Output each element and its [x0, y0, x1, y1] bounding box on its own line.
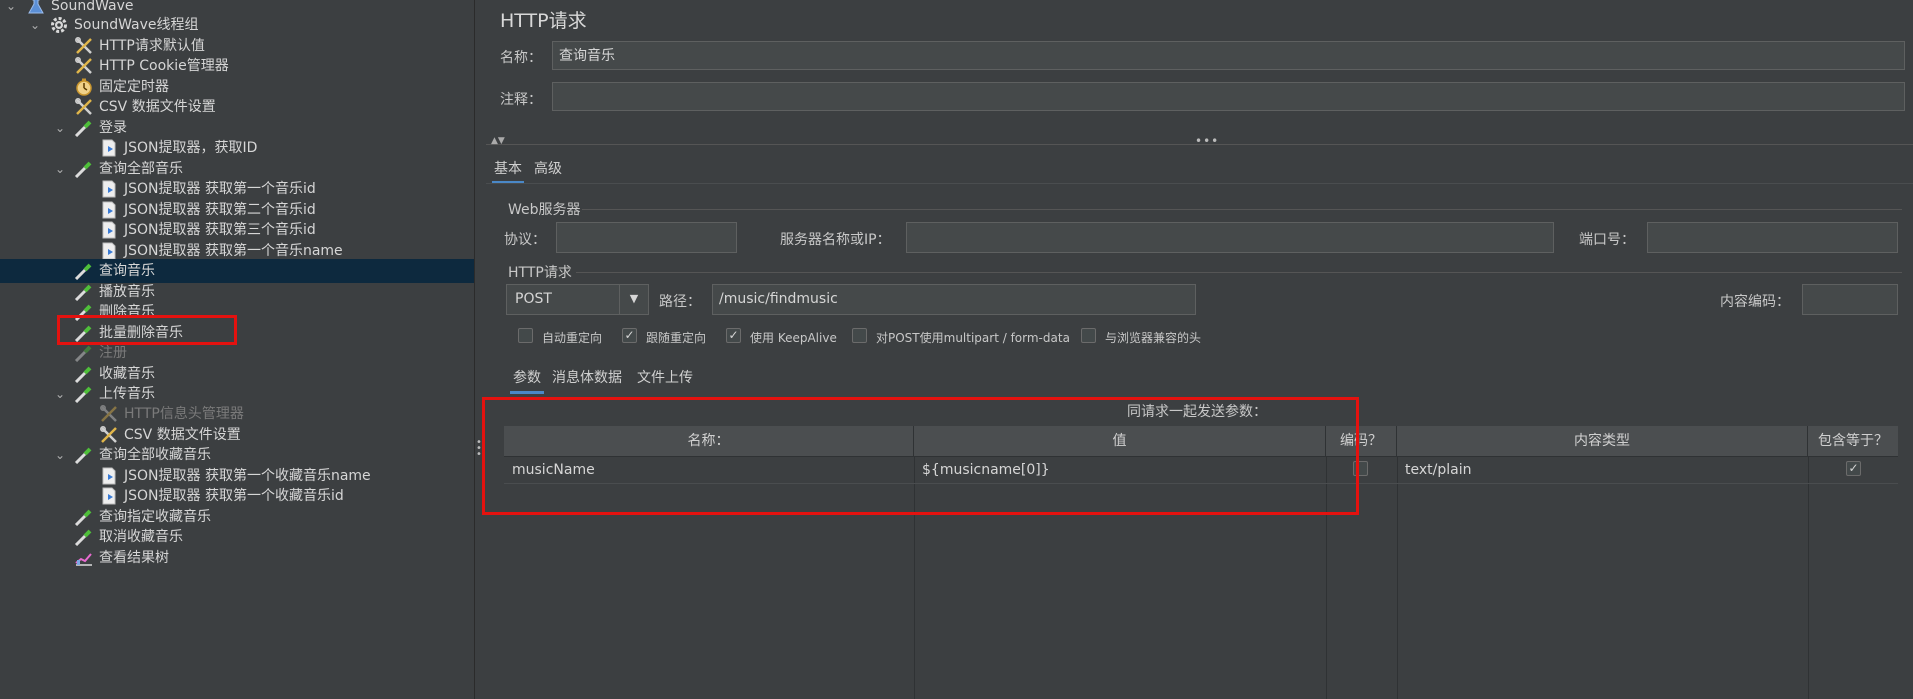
- option-checkbox[interactable]: ✓: [726, 328, 741, 343]
- option-checkbox[interactable]: [518, 328, 533, 343]
- name-input[interactable]: 查询音乐: [552, 41, 1905, 70]
- chevron-down-icon[interactable]: ▼: [619, 285, 648, 314]
- pipette-icon: [74, 119, 94, 138]
- doc-icon: [99, 467, 119, 485]
- wrench-icon: [74, 37, 94, 55]
- web-server-section-line: [582, 209, 1902, 210]
- encoding-input[interactable]: [1802, 284, 1898, 315]
- encoding-label: 内容编码：: [1720, 294, 1790, 310]
- wrench-icon: [74, 98, 94, 116]
- doc-icon: [99, 221, 119, 239]
- test-plan-tree[interactable]: ⌄ SoundWave ⌄ SoundWave线程组 HTTP请求默认值 HTTP Coo…: [0, 0, 475, 699]
- gear-icon: [49, 16, 69, 34]
- http-request-section-label: HTTP请求: [508, 265, 572, 281]
- port-label: 端口号：: [1579, 232, 1635, 248]
- pipette-icon: [74, 508, 94, 527]
- pipette-icon: [74, 160, 94, 179]
- option-label: 使用 KeepAlive: [750, 331, 837, 345]
- column-divider: [1397, 456, 1398, 699]
- protocol-input[interactable]: [556, 222, 737, 253]
- header-content-type[interactable]: 内容类型: [1397, 426, 1808, 456]
- highlight-selected-node: [57, 315, 237, 345]
- timer-icon: [74, 78, 94, 96]
- option-label: 对POST使用multipart / form-data: [876, 331, 1070, 345]
- pipette-icon: [74, 385, 94, 404]
- http-request-section-line: [576, 272, 1902, 273]
- pipette-icon: [74, 365, 94, 384]
- wrench-icon: [99, 426, 119, 444]
- tabs-divider: [486, 183, 1913, 184]
- splitter-handle-icon[interactable]: •••: [1195, 134, 1219, 148]
- option-checkbox[interactable]: [1081, 328, 1096, 343]
- doc-icon: [99, 487, 119, 505]
- path-input[interactable]: /music/findmusic: [712, 284, 1196, 315]
- option-label: 跟随重定向: [646, 331, 707, 345]
- doc-icon: [99, 139, 119, 157]
- tab-advanced[interactable]: 高级: [534, 158, 562, 178]
- pipette-icon: [74, 344, 94, 363]
- chart-icon: [74, 549, 94, 567]
- panel-title: HTTP请求: [500, 10, 587, 32]
- wrench-icon: [74, 57, 94, 75]
- protocol-label: 协议：: [504, 232, 546, 248]
- option-label: 与浏览器兼容的头: [1105, 331, 1202, 345]
- tab-params[interactable]: 参数: [510, 367, 544, 394]
- doc-icon: [99, 242, 119, 260]
- method-value: POST: [515, 291, 552, 307]
- tree-node[interactable]: 查看结果树: [0, 546, 474, 570]
- collapse-arrows-icon[interactable]: ▲▼: [491, 136, 505, 146]
- comment-input[interactable]: [552, 82, 1905, 111]
- tab-body-data[interactable]: 消息体数据: [552, 367, 622, 387]
- param-content-type-cell[interactable]: text/plain: [1405, 457, 1471, 483]
- column-divider: [1808, 456, 1809, 699]
- option-checkbox[interactable]: ✓: [622, 328, 637, 343]
- port-input[interactable]: [1647, 222, 1898, 253]
- include-equals-checkbox[interactable]: ✓: [1846, 461, 1861, 476]
- name-label: 名称：: [500, 50, 542, 66]
- tab-file-upload[interactable]: 文件上传: [637, 367, 693, 387]
- tree-node-label: 查看结果树: [99, 550, 169, 566]
- http-request-panel: HTTP请求 名称： 查询音乐 注释： ▲▼ ••• 基本 高级 Web服务器 …: [486, 0, 1913, 699]
- tab-basic[interactable]: 基本: [492, 158, 524, 184]
- option-label: 自动重定向: [542, 331, 603, 345]
- highlight-params-table: [482, 397, 1359, 515]
- server-input[interactable]: [906, 222, 1554, 253]
- doc-icon: [99, 201, 119, 219]
- doc-icon: [99, 180, 119, 198]
- wrench-icon: [99, 405, 119, 423]
- server-label: 服务器名称或IP：: [780, 232, 891, 248]
- comment-label: 注释：: [500, 92, 542, 108]
- path-label: 路径：: [659, 294, 701, 310]
- pipette-icon: [74, 446, 94, 465]
- web-server-section-label: Web服务器: [508, 202, 581, 218]
- method-select[interactable]: POST ▼: [506, 284, 649, 315]
- pipette-icon: [74, 262, 94, 281]
- header-include-equals[interactable]: 包含等于？: [1808, 426, 1898, 456]
- pipette-icon: [74, 528, 94, 547]
- pipette-icon: [74, 283, 94, 302]
- option-checkbox[interactable]: [852, 328, 867, 343]
